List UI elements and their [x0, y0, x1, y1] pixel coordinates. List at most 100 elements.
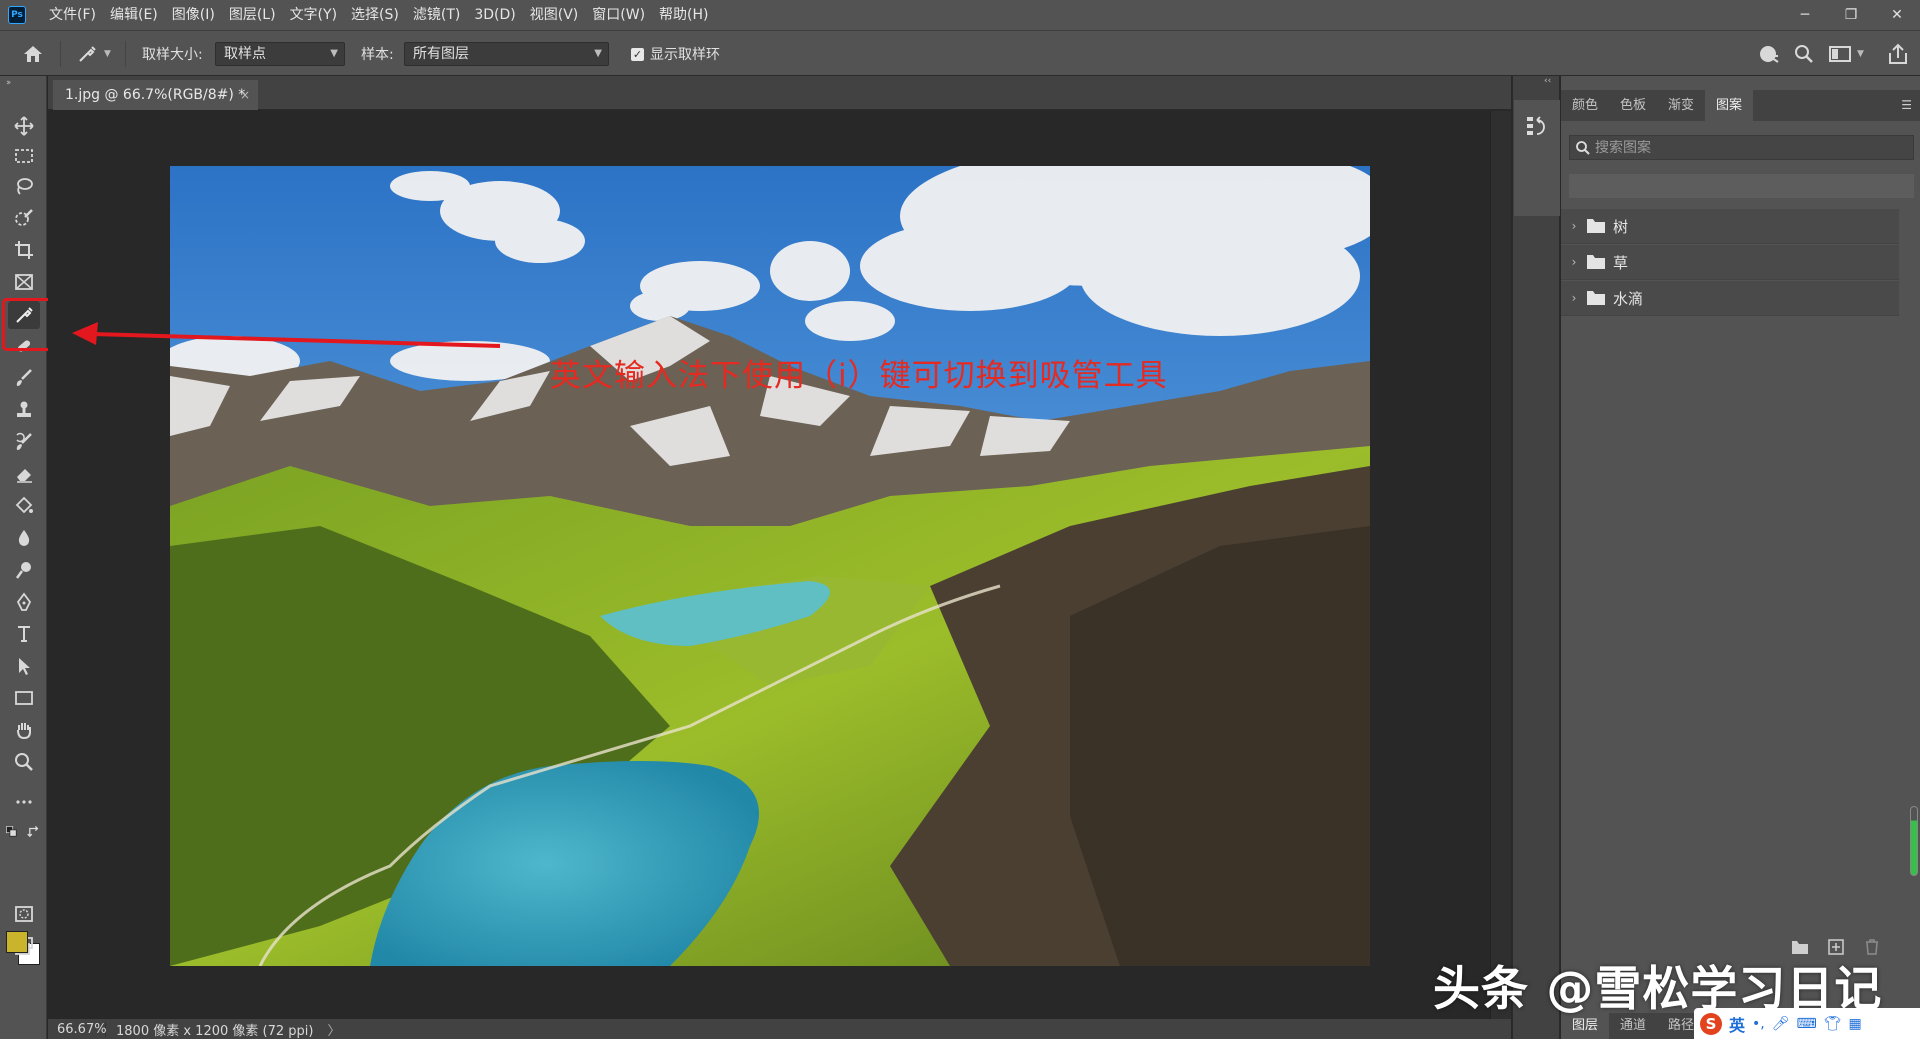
search-icon — [1576, 140, 1590, 155]
pattern-folder[interactable]: › 草 — [1561, 245, 1899, 280]
eraser-icon — [17, 469, 32, 483]
sample-select[interactable]: 所有图层 ▼ — [404, 42, 609, 66]
frame-tool[interactable] — [8, 268, 40, 296]
type-tool[interactable] — [8, 620, 40, 648]
vertical-scrollbar[interactable] — [1490, 111, 1511, 1019]
share-button[interactable] — [1887, 31, 1909, 77]
brush-tool[interactable] — [8, 364, 40, 392]
blur-tool[interactable] — [8, 524, 40, 552]
hand-tool[interactable] — [8, 716, 40, 744]
eraser-tool[interactable] — [8, 460, 40, 488]
menu-view[interactable]: 视图(V) — [523, 0, 586, 30]
chevron-down-icon: ▼ — [594, 48, 602, 59]
ime-menu-icon[interactable]: ▦ — [1849, 1016, 1862, 1032]
sample-size-label: 取样大小: — [142, 47, 203, 63]
default-colors-button[interactable] — [0, 822, 24, 842]
menu-layer[interactable]: 图层(L) — [222, 0, 283, 30]
pattern-folder-name: 树 — [1613, 217, 1629, 236]
menu-file[interactable]: 文件(F) — [42, 0, 103, 30]
pattern-folder[interactable]: › 水滴 — [1561, 281, 1899, 316]
close-window-button[interactable]: ✕ — [1874, 0, 1920, 30]
menu-select[interactable]: 选择(S) — [344, 0, 406, 30]
document-tab[interactable]: 1.jpg @ 66.7%(RGB/8#) * × — [53, 80, 258, 110]
menu-filter[interactable]: 滤镜(T) — [406, 0, 467, 30]
menu-image[interactable]: 图像(I) — [165, 0, 222, 30]
pen-tool[interactable] — [8, 588, 40, 616]
home-button[interactable] — [22, 31, 44, 77]
zoom-tool[interactable] — [8, 748, 40, 776]
history-brush-tool[interactable] — [8, 428, 40, 456]
learn-button[interactable] — [1757, 31, 1781, 77]
sample-value: 所有图层 — [413, 46, 469, 62]
panel-menu-icon[interactable]: ☰ — [1901, 98, 1912, 112]
swap-colors-button[interactable] — [24, 822, 44, 842]
vertical-type-icon — [18, 626, 30, 642]
search-button[interactable] — [1793, 31, 1815, 77]
dodge-tool[interactable] — [8, 556, 40, 584]
close-tab-icon[interactable]: × — [240, 88, 250, 102]
menu-type[interactable]: 文字(Y) — [283, 0, 344, 30]
options-bar: ▼ 取样大小: 取样点 ▼ 样本: 所有图层 ▼ ✓ 显示取样环 ▼ — [0, 30, 1920, 76]
sample-size-select[interactable]: 取样点 ▼ — [215, 42, 345, 66]
document-image[interactable] — [170, 166, 1370, 966]
quick-mask-icon — [15, 906, 33, 922]
history-panel-button[interactable] — [1514, 100, 1560, 216]
keyboard-icon[interactable]: ⌨ — [1797, 1016, 1817, 1032]
tab-color[interactable]: 颜色 — [1561, 90, 1609, 121]
frame-icon — [15, 274, 33, 290]
document-tab-title: 1.jpg @ 66.7%(RGB/8#) * — [65, 87, 246, 103]
panel-dock-strip: ‹‹ — [1512, 76, 1560, 1039]
restore-button[interactable]: ❐ — [1828, 0, 1874, 30]
menu-3d[interactable]: 3D(D) — [467, 0, 522, 30]
quick-selection-tool[interactable] — [8, 204, 40, 232]
menu-window[interactable]: 窗口(W) — [585, 0, 652, 30]
quick-mask-button[interactable] — [8, 900, 40, 928]
chevron-right-icon[interactable]: › — [1561, 291, 1587, 305]
move-tool[interactable] — [8, 112, 40, 140]
landscape-photo — [170, 166, 1370, 966]
stamp-icon — [17, 401, 31, 417]
marquee-tool[interactable] — [8, 142, 40, 170]
water-drop-icon — [18, 530, 30, 546]
menu-list: 文件(F) 编辑(E) 图像(I) 图层(L) 文字(Y) 选择(S) 滤镜(T… — [42, 0, 716, 30]
tab-gradients[interactable]: 渐变 — [1657, 90, 1705, 121]
ime-punctuation-toggle[interactable]: •, — [1752, 1016, 1765, 1032]
chevron-down-icon: ▼ — [330, 48, 338, 59]
annotation-text: 英文输入法下使用（i）键可切换到吸管工具 — [550, 358, 1168, 394]
show-sampling-ring-toggle[interactable]: ✓ 显示取样环 — [631, 31, 720, 77]
menu-edit[interactable]: 编辑(E) — [103, 0, 165, 30]
collapse-toolbar-icon[interactable]: ›› — [6, 78, 11, 88]
ime-language-toggle[interactable]: 英 — [1729, 1012, 1745, 1036]
clone-stamp-tool[interactable] — [8, 396, 40, 424]
edit-toolbar-button[interactable] — [8, 788, 40, 816]
pattern-search-field[interactable] — [1569, 135, 1914, 160]
menu-bar: Ps 文件(F) 编辑(E) 图像(I) 图层(L) 文字(Y) 选择(S) 滤… — [0, 0, 1920, 30]
workspace-switcher[interactable]: ▼ — [1829, 31, 1864, 77]
folder-icon — [1587, 291, 1605, 305]
tool-preset-picker[interactable]: ▼ — [76, 31, 111, 77]
chevron-right-icon[interactable]: › — [1561, 219, 1587, 233]
menu-help[interactable]: 帮助(H) — [652, 0, 715, 30]
sogou-logo-icon[interactable]: S — [1700, 1012, 1722, 1035]
document-info: 1800 像素 x 1200 像素 (72 ppi) — [116, 1023, 314, 1039]
skin-icon[interactable]: 👕︎ — [1824, 1016, 1842, 1032]
chevron-right-icon[interactable]: › — [1561, 255, 1587, 269]
show-sampling-ring-label: 显示取样环 — [650, 47, 720, 63]
path-selection-tool[interactable] — [8, 652, 40, 680]
paint-bucket-tool[interactable] — [8, 492, 40, 520]
checkbox-checked-icon[interactable]: ✓ — [631, 47, 644, 61]
foreground-color-swatch[interactable] — [6, 931, 28, 953]
pattern-folder[interactable]: › 树 — [1561, 209, 1899, 244]
rectangle-tool[interactable] — [8, 684, 40, 712]
minimize-button[interactable]: ─ — [1782, 0, 1828, 30]
status-menu-icon[interactable]: 〉 — [327, 1020, 340, 1039]
tab-patterns[interactable]: 图案 — [1705, 90, 1754, 121]
panel-scroll-indicator[interactable] — [1910, 806, 1918, 876]
pattern-search-input[interactable] — [1595, 139, 1895, 156]
crop-tool[interactable] — [8, 236, 40, 264]
zoom-level[interactable]: 66.67% — [48, 1021, 107, 1037]
microphone-icon[interactable]: 🎤︎ — [1772, 1016, 1790, 1032]
collapse-dock-icon[interactable]: ‹‹ — [1544, 76, 1551, 86]
tab-swatches[interactable]: 色板 — [1609, 90, 1657, 121]
lasso-tool[interactable] — [8, 172, 40, 200]
